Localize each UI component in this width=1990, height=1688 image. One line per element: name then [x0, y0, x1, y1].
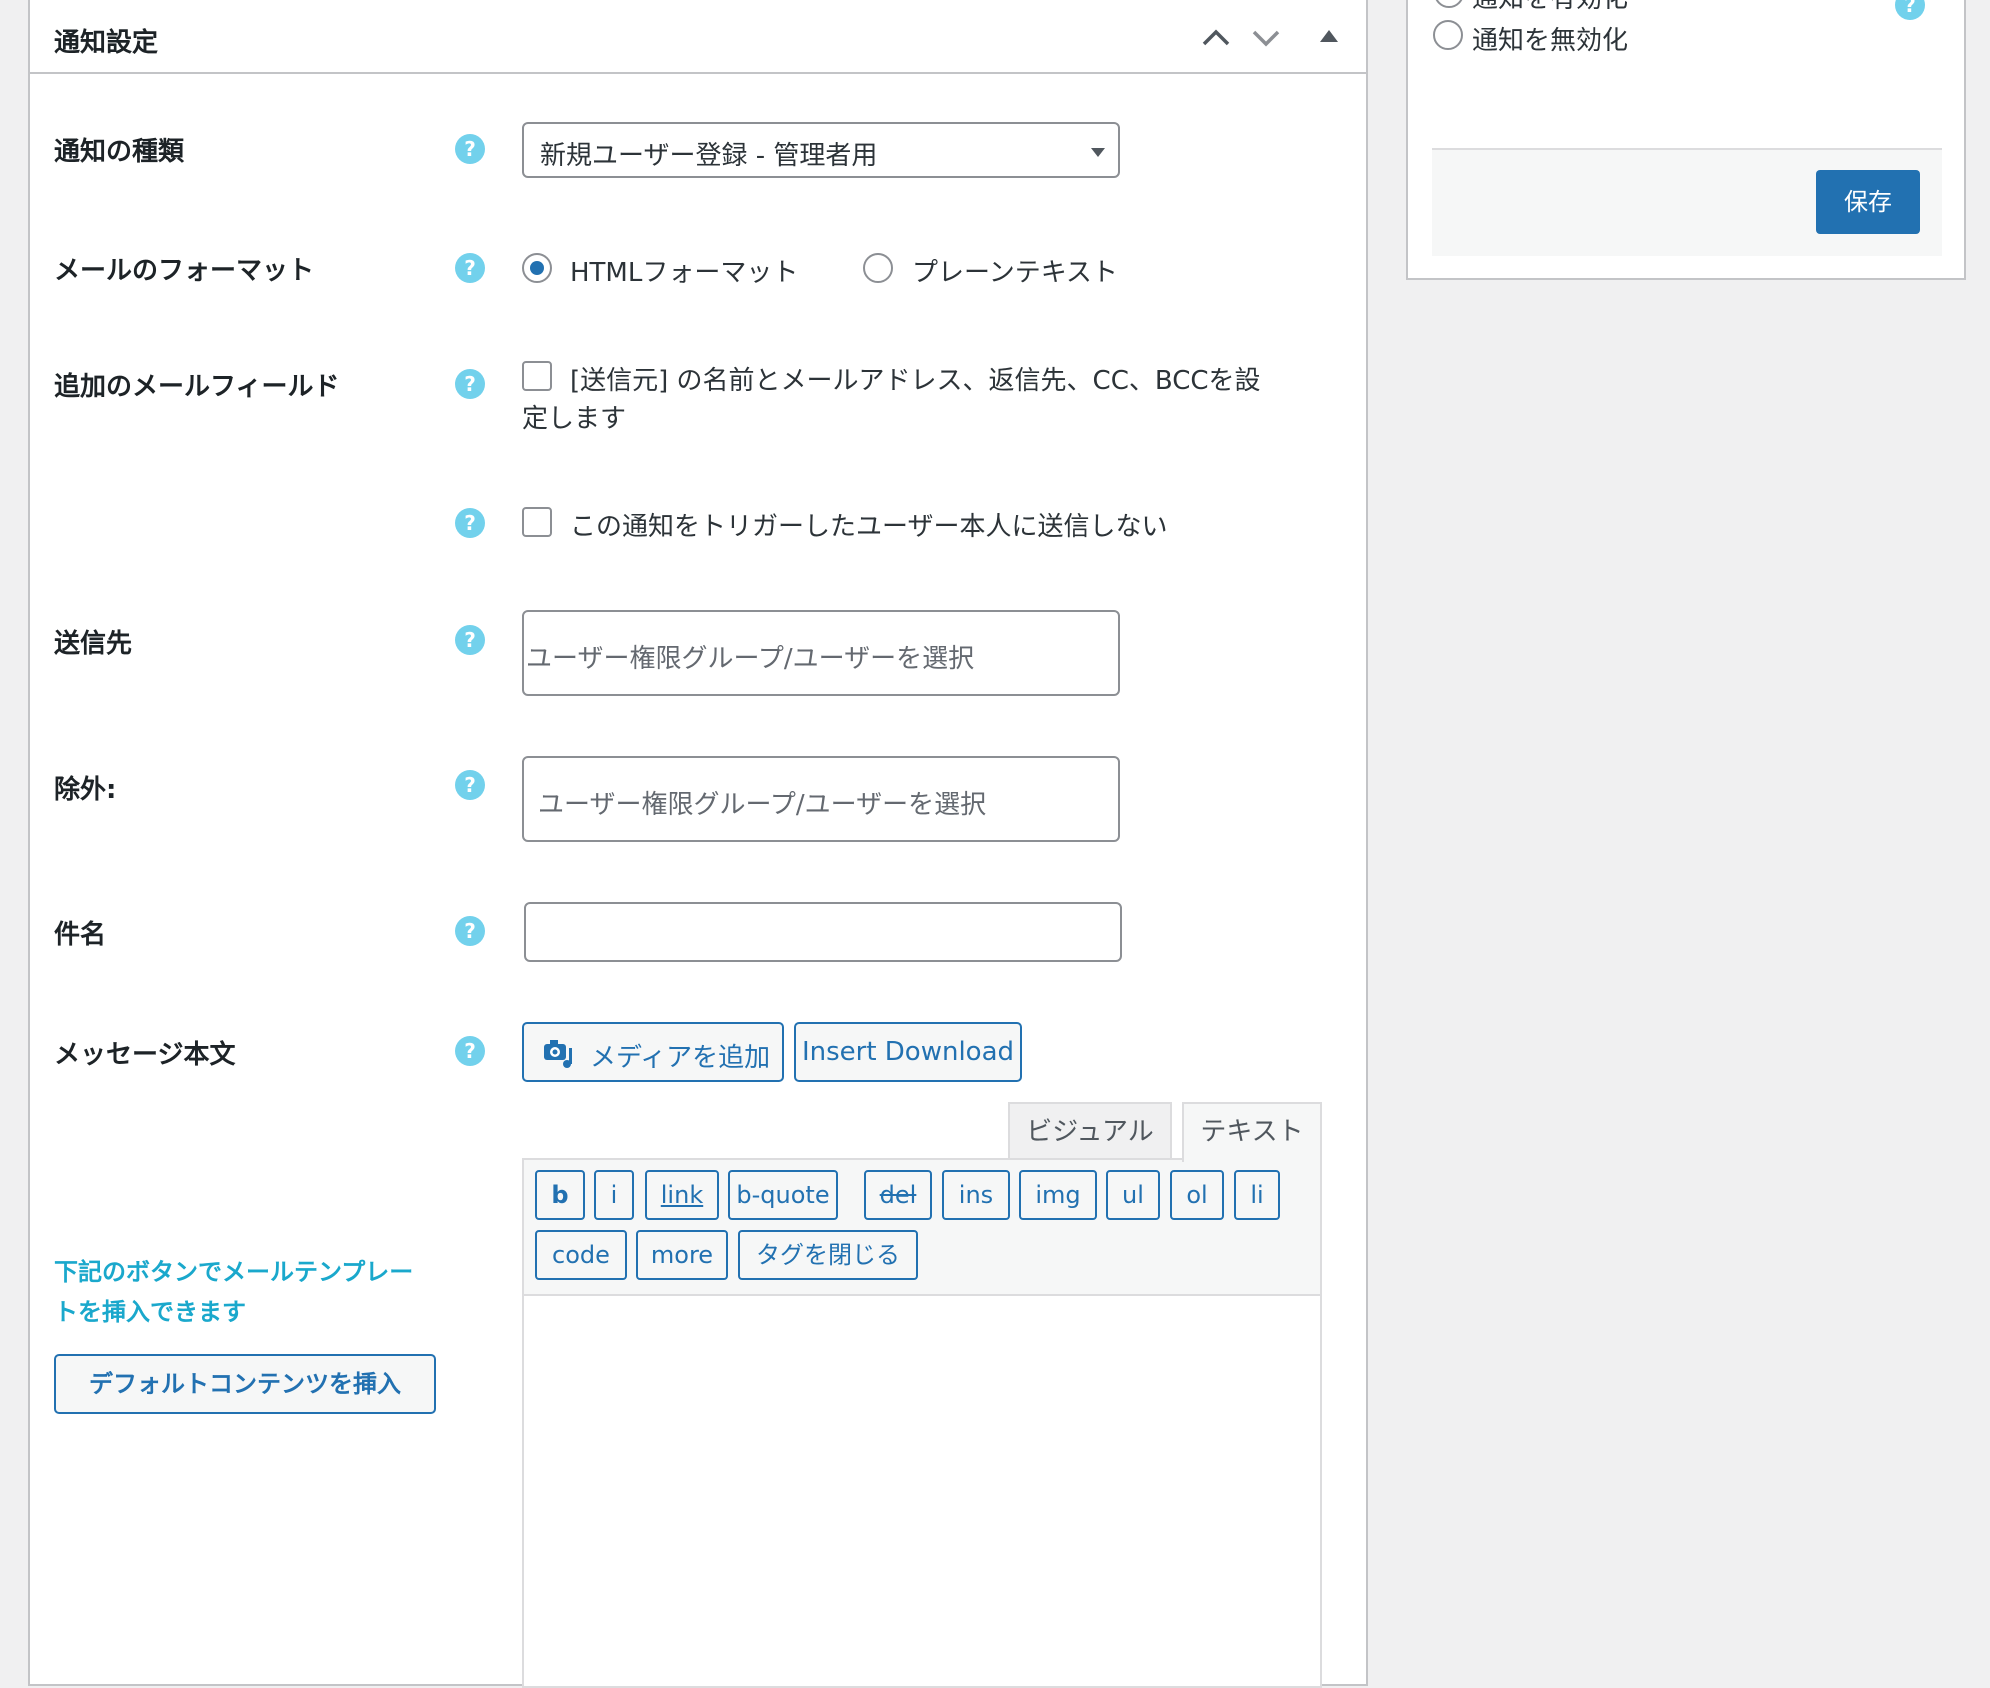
extra-fields-text-line2: 定します: [522, 404, 627, 434]
template-hint-line1: 下記のボタンでメールテンプレー: [54, 1258, 414, 1286]
recipients-placeholder: ユーザー権限グループ/ユーザーを選択: [526, 644, 975, 674]
disable-notification-label: 通知を無効化: [1472, 26, 1629, 56]
qt-ins-button[interactable]: ins: [942, 1170, 1010, 1220]
insert-download-label: Insert Download: [801, 1037, 1015, 1067]
tab-visual-label: ビジュアル: [1026, 1117, 1154, 1147]
notification-type-value: 新規ユーザー登録 - 管理者用: [540, 141, 878, 171]
notification-type-label: 通知の種類: [54, 137, 185, 167]
message-body-label: メッセージ本文: [54, 1040, 236, 1070]
help-icon[interactable]: ?: [455, 253, 485, 283]
qt-code-button[interactable]: code: [535, 1230, 627, 1280]
plain-text-label: プレーンテキスト: [912, 258, 1118, 288]
exclude-input[interactable]: ユーザー権限グループ/ユーザーを選択: [522, 756, 1120, 842]
insert-default-content-label: デフォルトコンテンツを挿入: [89, 1370, 401, 1398]
extra-fields-text-line1: [送信元] の名前とメールアドレス、返信先、CC、BCCを設: [570, 366, 1261, 396]
subject-input[interactable]: [524, 902, 1122, 962]
extra-fields-checkbox[interactable]: [522, 361, 552, 391]
dropdown-arrow-icon: [1091, 148, 1105, 157]
no-self-notify-checkbox[interactable]: [522, 507, 552, 537]
html-format-radio[interactable]: [522, 253, 552, 283]
qt-ol-button[interactable]: ol: [1170, 1170, 1224, 1220]
subject-label: 件名: [54, 920, 107, 950]
help-icon[interactable]: ?: [455, 770, 485, 800]
qt-del-button[interactable]: del: [864, 1170, 932, 1220]
help-icon[interactable]: ?: [455, 1036, 485, 1066]
help-icon[interactable]: ?: [455, 508, 485, 538]
tab-text-label: テキスト: [1200, 1117, 1304, 1147]
no-self-notify-text: この通知をトリガーしたユーザー本人に送信しない: [570, 512, 1168, 542]
exclude-label: 除外:: [54, 775, 117, 805]
help-icon[interactable]: ?: [455, 625, 485, 655]
toggle-panel-icon[interactable]: [1318, 28, 1340, 44]
help-icon[interactable]: ?: [455, 369, 485, 399]
panel-header: 通知設定: [30, 0, 1366, 74]
help-icon[interactable]: ?: [455, 134, 485, 164]
help-icon[interactable]: ?: [455, 916, 485, 946]
exclude-placeholder: ユーザー権限グループ/ユーザーを選択: [538, 790, 987, 820]
qt-close-tags-button[interactable]: タグを閉じる: [738, 1230, 918, 1280]
qt-bquote-button[interactable]: b-quote: [728, 1170, 838, 1220]
editor-textarea[interactable]: [526, 1296, 1318, 1672]
move-up-icon[interactable]: [1200, 26, 1232, 48]
notification-type-select[interactable]: 新規ユーザー登録 - 管理者用: [522, 122, 1120, 178]
add-media-icon: [544, 1040, 572, 1068]
qt-more-button[interactable]: more: [636, 1230, 728, 1280]
disable-notification-radio[interactable]: [1433, 20, 1463, 50]
qt-bold-button[interactable]: b: [535, 1170, 585, 1220]
tab-text[interactable]: テキスト: [1182, 1102, 1322, 1162]
recipients-label: 送信先: [54, 629, 133, 659]
panel-title: 通知設定: [54, 28, 159, 58]
save-button-label: 保存: [1844, 188, 1892, 216]
plain-text-radio[interactable]: [863, 253, 893, 283]
extra-fields-label: 追加のメールフィールド: [54, 372, 340, 402]
insert-default-content-button[interactable]: デフォルトコンテンツを挿入: [54, 1354, 436, 1414]
qt-li-button[interactable]: li: [1234, 1170, 1280, 1220]
qt-img-button[interactable]: img: [1019, 1170, 1097, 1220]
qt-ul-button[interactable]: ul: [1106, 1170, 1160, 1220]
save-button[interactable]: 保存: [1816, 170, 1920, 234]
html-format-label: HTMLフォーマット: [570, 258, 799, 288]
add-media-button[interactable]: メディアを追加: [522, 1022, 784, 1082]
qt-link-button[interactable]: link: [645, 1170, 719, 1220]
qt-italic-button[interactable]: i: [594, 1170, 634, 1220]
recipients-input[interactable]: ユーザー権限グループ/ユーザーを選択: [522, 610, 1120, 696]
insert-download-button[interactable]: Insert Download: [794, 1022, 1022, 1082]
tab-visual[interactable]: ビジュアル: [1008, 1102, 1172, 1160]
enable-notification-label: 通知を有効化: [1472, 0, 1628, 15]
mail-format-label: メールのフォーマット: [54, 256, 315, 286]
move-down-icon[interactable]: [1250, 26, 1282, 48]
template-hint-line2: トを挿入できます: [54, 1298, 246, 1326]
add-media-label: メディアを追加: [590, 1043, 771, 1073]
